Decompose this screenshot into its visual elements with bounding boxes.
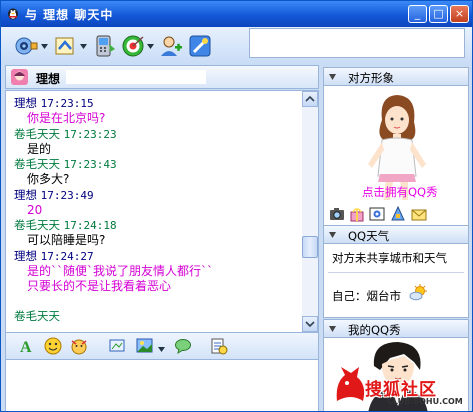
message-input[interactable]	[5, 359, 319, 411]
contact-name: 理想	[36, 72, 61, 86]
message-sender: 卷毛天天	[14, 157, 60, 171]
weather-section-body: 对方未共享城市和天气 自己：烟台市	[323, 244, 469, 318]
scroll-down-button[interactable]	[302, 316, 318, 332]
message-time: 17:23:23	[63, 127, 117, 141]
gift-icon[interactable]	[349, 206, 365, 222]
partly-cloudy-icon	[409, 284, 427, 301]
video-icon[interactable]	[14, 34, 38, 58]
close-button[interactable]: ×	[450, 5, 469, 23]
message-list: 理想 17:23:15 你是在北京吗? 卷毛天天 17:23:23 是的 卷毛天天 17…	[14, 96, 302, 324]
photo-icon[interactable]	[369, 206, 385, 222]
contact-bar: 理想	[5, 65, 319, 89]
triangle-down-icon	[329, 326, 336, 332]
chevron-up-icon	[305, 95, 315, 102]
chat-pane: 理想 理想 17:23:15 你是在北京吗? 卷毛天天 17:23:23 是的 卷毛天天…	[5, 65, 319, 411]
chevron-down-icon[interactable]	[147, 44, 154, 49]
maximize-button[interactable]: □	[429, 5, 448, 23]
message-time: 17:24:27	[40, 249, 94, 263]
triangle-down-icon	[329, 232, 336, 238]
scroll-thumb[interactable]	[302, 236, 318, 258]
scroll-up-button[interactable]	[302, 91, 318, 107]
add-friend-icon[interactable]	[159, 34, 183, 58]
image-icon[interactable]	[136, 337, 154, 355]
message-header: 理想 17:23:49	[14, 188, 302, 203]
message-text: 是的	[27, 141, 52, 156]
contact-signature	[66, 70, 206, 84]
file-transfer-icon[interactable]	[53, 34, 77, 58]
qq-show-section-title: 我的QQ秀	[348, 323, 401, 337]
svg-text:A: A	[20, 339, 32, 355]
partner-weather-text: 对方未共享城市和天气	[332, 251, 447, 265]
font-icon[interactable]: A	[18, 337, 36, 355]
chevron-down-icon[interactable]	[158, 347, 165, 352]
avatar-section-header[interactable]: 对方形象	[323, 67, 469, 86]
message-text: 只要长的不是让我看着恶心	[27, 279, 172, 293]
screenshot-icon[interactable]	[109, 337, 127, 355]
title-bar[interactable]: 与 理想 聊天中 _ □ ×	[1, 1, 472, 27]
window-title: 与 理想 聊天中	[25, 8, 114, 22]
chat-history[interactable]: 理想 17:23:15 你是在北京吗? 卷毛天天 17:23:23 是的 卷毛天天 17…	[5, 90, 319, 333]
message-sender: 理想	[14, 187, 37, 202]
message-time: 17:23:49	[40, 188, 94, 202]
side-panel: 对方形象 点击拥有QQ秀 QQ天气 对方未共享城市和天气 自己：烟台市 我的QQ…	[323, 65, 469, 411]
minimize-button[interactable]: _	[408, 5, 427, 23]
blocks-icon[interactable]	[390, 206, 406, 222]
camera-icon[interactable]	[329, 206, 345, 222]
triangle-down-icon	[329, 74, 336, 80]
phone-icon[interactable]	[92, 34, 116, 58]
message-sender: 卷毛天天	[14, 308, 60, 323]
chevron-down-icon	[305, 321, 315, 328]
message-text: 可以陪睡是吗?	[27, 233, 106, 247]
animated-emoticon-icon[interactable]	[70, 337, 88, 355]
weather-divider	[328, 272, 464, 273]
message-sender: 卷毛天天	[14, 126, 60, 141]
get-qq-show-link[interactable]: 点击拥有QQ秀	[362, 184, 438, 200]
qq-show-section-header[interactable]: 我的QQ秀	[323, 319, 469, 338]
weather-section-title: QQ天气	[348, 229, 390, 243]
message-sender: 理想	[14, 96, 37, 110]
ad-banner[interactable]	[249, 28, 465, 58]
qq-penguin-icon	[8, 8, 18, 20]
contact-avatar-icon[interactable]	[11, 69, 28, 85]
message-header: 卷毛天天 17:23:43	[14, 157, 302, 172]
message-sender: 卷毛天天	[14, 218, 60, 232]
mail-icon[interactable]	[411, 206, 427, 222]
weather-section-header[interactable]: QQ天气	[323, 225, 469, 244]
message-text: 你是在北京吗?	[27, 111, 106, 125]
message-text: 是的``随便`我说了朋友情人都行``	[27, 263, 214, 278]
message-time: 17:23:43	[63, 158, 117, 171]
message-time: 17:24:18	[63, 219, 117, 232]
message-header: 卷毛天天 17:24:18	[14, 218, 302, 233]
avatar-section-body: 点击拥有QQ秀	[323, 86, 469, 228]
message-header: 理想 17:24:27	[14, 249, 302, 264]
settings-icon[interactable]	[188, 34, 212, 58]
watermark-url: CLUB.SOHU.COM	[387, 397, 463, 406]
chat-scrollbar[interactable]	[302, 91, 318, 332]
avatar-section-title: 对方形象	[348, 71, 394, 85]
sohu-fox-logo	[336, 367, 365, 401]
format-toolbar: A	[5, 333, 319, 359]
chat-bubble-icon[interactable]	[174, 337, 192, 355]
chevron-down-icon[interactable]	[41, 44, 48, 49]
self-weather-text[interactable]: 自己：烟台市	[332, 288, 401, 304]
target-icon[interactable]	[121, 34, 145, 58]
message-sender: 理想	[14, 248, 37, 263]
chat-window: 与 理想 聊天中 _ □ × 理想 理想 17:23:15 你是在北京吗? 卷毛…	[0, 0, 473, 412]
message-text: 20	[27, 202, 43, 217]
message-text: 你多大?	[27, 172, 70, 186]
emoticon-icon[interactable]	[44, 337, 62, 355]
history-icon[interactable]	[210, 337, 228, 355]
message-time: 17:23:15	[40, 97, 94, 110]
message-header: 卷毛天天 17:23:23	[14, 127, 302, 142]
message-header: 理想 17:23:15	[14, 96, 302, 111]
chevron-down-icon[interactable]	[80, 44, 87, 49]
